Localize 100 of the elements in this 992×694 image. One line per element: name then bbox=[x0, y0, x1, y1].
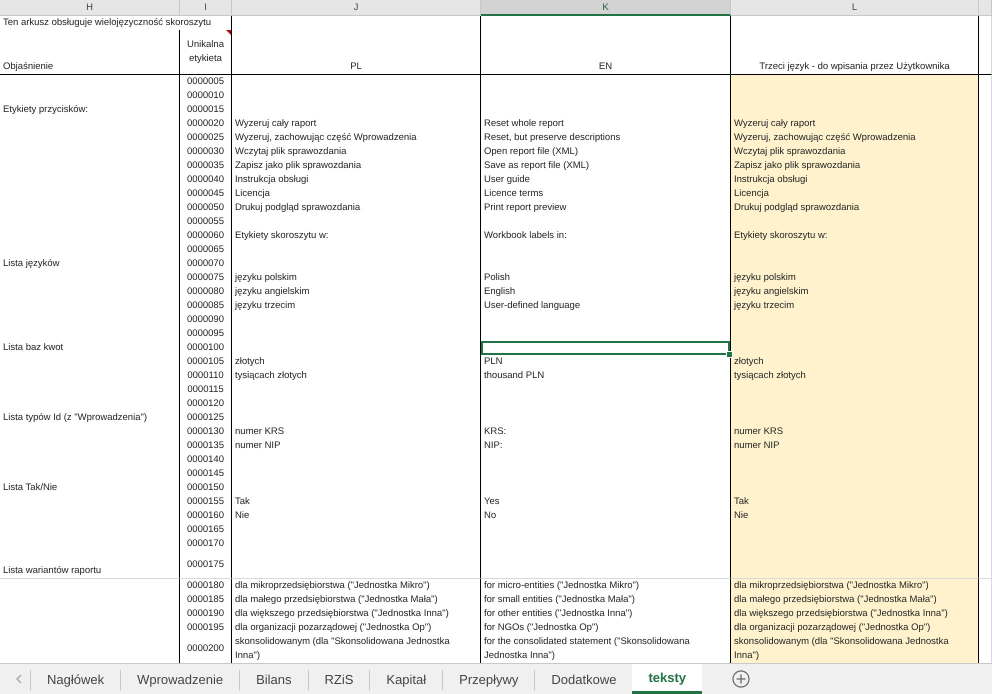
table-cell: Wyzeruj, zachowując część Wprowadzenia bbox=[232, 131, 481, 146]
table-cell: Etykiety przycisków: bbox=[0, 103, 180, 118]
table-cell: 0000110 bbox=[180, 369, 232, 384]
table-cell: skonsolidowanym (dla "Skonsolidowana Jednostka Inna") bbox=[731, 635, 979, 663]
table-cell: 0000075 bbox=[180, 271, 232, 286]
sheet-tab[interactable]: Kapitał bbox=[369, 670, 442, 692]
table-cell: dla większego przedsiębiorstwa ("Jednostka Inna") bbox=[232, 607, 481, 622]
table-cell: 0000190 bbox=[180, 607, 232, 622]
table-cell: skonsolidowanym (dla "Skonsolidowana Jednostka Inna") bbox=[232, 635, 481, 663]
table-cell: Zapisz jako plik sprawozdania bbox=[232, 159, 481, 174]
column-header[interactable]: J bbox=[232, 0, 481, 16]
table-cell: Lista baz kwot bbox=[0, 341, 180, 356]
table-cell: Workbook labels in: bbox=[481, 229, 731, 244]
table-cell: 0000035 bbox=[180, 159, 232, 174]
table-cell: 0000135 bbox=[180, 439, 232, 454]
table-cell: 0000020 bbox=[180, 117, 232, 132]
sheet-tab[interactable]: Nagłówek bbox=[30, 670, 120, 692]
add-sheet-icon[interactable] bbox=[732, 670, 750, 688]
column-header[interactable]: K bbox=[481, 0, 731, 16]
table-cell: 0000080 bbox=[180, 285, 232, 300]
table-cell: złotych bbox=[731, 355, 979, 370]
sheet-tab[interactable]: teksty bbox=[632, 664, 702, 694]
table-cell: numer KRS bbox=[232, 425, 481, 440]
table-cell: Yes bbox=[481, 495, 731, 510]
table-cell: No bbox=[481, 509, 731, 524]
table-cell: User-defined language bbox=[481, 299, 731, 314]
table-cell bbox=[979, 635, 992, 663]
table-cell: Wczytaj plik sprawozdania bbox=[232, 145, 481, 160]
table-cell: 0000165 bbox=[180, 523, 232, 538]
table-cell: 0000085 bbox=[180, 299, 232, 314]
table-cell: 0000195 bbox=[180, 621, 232, 636]
table-cell: Lista typów Id (z "Wprowadzenia") bbox=[0, 411, 180, 426]
table-cell: 0000015 bbox=[180, 103, 232, 118]
table-cell: 0000140 bbox=[180, 453, 232, 468]
table-cell: 0000045 bbox=[180, 187, 232, 202]
table-cell: Tak bbox=[731, 495, 979, 510]
table-cell: dla mikroprzedsiębiorstwa ("Jednostka Mikro") bbox=[731, 579, 979, 594]
table-cell: 0000090 bbox=[180, 313, 232, 328]
table-cell: 0000160 bbox=[180, 509, 232, 524]
table-cell: 0000030 bbox=[180, 145, 232, 160]
table-cell: 0000050 bbox=[180, 201, 232, 216]
table-cell: 0000170 bbox=[180, 537, 232, 552]
table-cell: 0000115 bbox=[180, 383, 232, 398]
table-cell: złotych bbox=[232, 355, 481, 370]
table-cell: numer NIP bbox=[232, 439, 481, 454]
table-cell: 0000200 bbox=[180, 635, 232, 663]
table-cell: Licence terms bbox=[481, 187, 731, 202]
table-cell: Wyzeruj cały raport bbox=[232, 117, 481, 132]
table-cell: 0000055 bbox=[180, 215, 232, 230]
column-title: Trzeci język - do wpisania przez Użytkownika bbox=[731, 30, 979, 75]
table-cell: 0000120 bbox=[180, 397, 232, 412]
sheet-tab[interactable]: Bilans bbox=[239, 670, 308, 692]
table-cell: 0000105 bbox=[180, 355, 232, 370]
table-cell: 0000060 bbox=[180, 229, 232, 244]
table-cell: 0000100 bbox=[180, 341, 232, 356]
table-cell: języku trzecim bbox=[731, 299, 979, 314]
table-cell: dla małego przedsiębiorstwa ("Jednostka Mała") bbox=[731, 593, 979, 608]
table-cell bbox=[979, 551, 992, 579]
table-cell: 0000010 bbox=[180, 89, 232, 104]
column-header[interactable]: L bbox=[731, 0, 979, 16]
table-cell: for micro-entities ("Jednostka Mikro") bbox=[481, 579, 731, 594]
table-cell: języku trzecim bbox=[232, 299, 481, 314]
table-cell: Nie bbox=[731, 509, 979, 524]
table-cell: 0000130 bbox=[180, 425, 232, 440]
column-title: PL bbox=[232, 30, 481, 75]
selected-cell[interactable] bbox=[481, 341, 731, 356]
table-cell: NIP: bbox=[481, 439, 731, 454]
column-header[interactable]: I bbox=[180, 0, 232, 16]
table-cell: Tak bbox=[232, 495, 481, 510]
table-cell: języku angielskim bbox=[731, 285, 979, 300]
table-cell: PLN bbox=[481, 355, 731, 370]
table-cell: Drukuj podgląd sprawozdania bbox=[232, 201, 481, 216]
table-cell: języku angielskim bbox=[232, 285, 481, 300]
table-cell: User guide bbox=[481, 173, 731, 188]
table-cell: języku polskim bbox=[232, 271, 481, 286]
column-title: EN bbox=[481, 30, 731, 75]
table-cell: 0000125 bbox=[180, 411, 232, 426]
table-cell: Licencja bbox=[232, 187, 481, 202]
table-cell: KRS: bbox=[481, 425, 731, 440]
table-cell: Save as report file (XML) bbox=[481, 159, 731, 174]
table-cell: Lista wariantów raportu bbox=[0, 551, 180, 579]
table-cell: Open report file (XML) bbox=[481, 145, 731, 160]
column-header[interactable]: H bbox=[0, 0, 180, 16]
sheet-tab[interactable]: RZiS bbox=[308, 670, 370, 692]
sheet-tab[interactable]: Przepływy bbox=[442, 670, 534, 692]
table-cell: 0000065 bbox=[180, 243, 232, 258]
table-cell: English bbox=[481, 285, 731, 300]
table-cell: tysiącach złotych bbox=[232, 369, 481, 384]
table-cell: 0000025 bbox=[180, 131, 232, 146]
table-cell: 0000145 bbox=[180, 467, 232, 482]
table-cell: Print report preview bbox=[481, 201, 731, 216]
table-cell: for NGOs ("Jednostka Op") bbox=[481, 621, 731, 636]
table-cell: Etykiety skoroszytu w: bbox=[731, 229, 979, 244]
table-cell: Lista języków bbox=[0, 257, 180, 272]
sheet-title: Ten arkusz obsługuje wielojęzyczność skoroszytu bbox=[0, 16, 232, 31]
table-cell: Drukuj podgląd sprawozdania bbox=[731, 201, 979, 216]
sheet-tab[interactable]: Wprowadzenie bbox=[120, 670, 240, 692]
table-cell: 0000150 bbox=[180, 481, 232, 496]
table-cell: dla małego przedsiębiorstwa ("Jednostka Mała") bbox=[232, 593, 481, 608]
table-cell: Wyzeruj, zachowując część Wprowadzenia bbox=[731, 131, 979, 146]
